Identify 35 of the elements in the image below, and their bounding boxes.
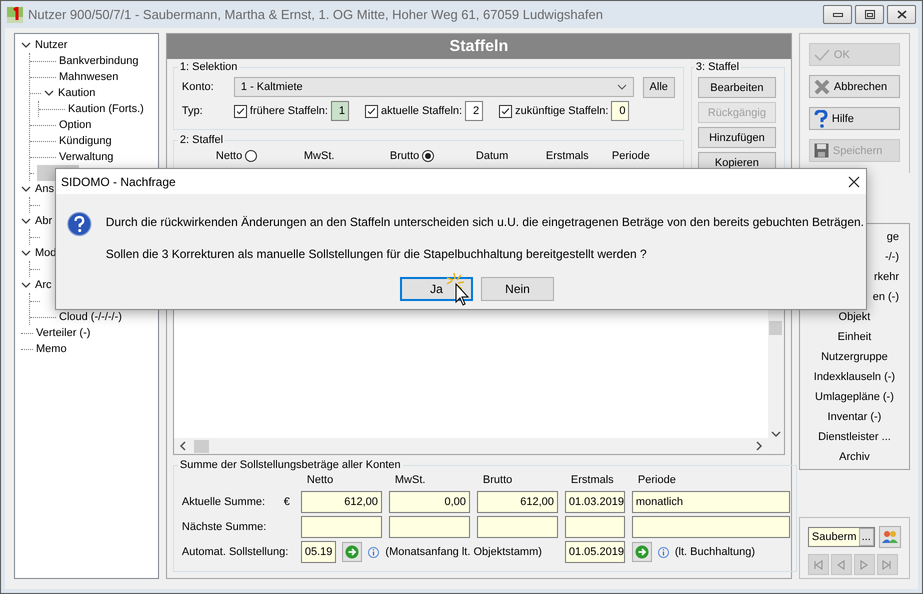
panel-title: Staffeln — [166, 34, 791, 59]
group-title: 3: Staffel — [694, 61, 740, 73]
checkbox-label: aktuelle Staffeln: — [380, 105, 462, 117]
count-field: 2 — [465, 101, 484, 121]
column-header: Netto — [216, 150, 242, 162]
window-title: Nutzer 900/50/7/1 - Saubermann, Martha & Ernst, 1. OG Mitte, Hoher Weg 61, 67059 Ludwigshafen — [28, 7, 604, 22]
column-header: Erstmals — [570, 474, 614, 486]
group-title: 1: Selektion — [178, 61, 238, 73]
column-header: Netto — [306, 474, 334, 486]
dialog-message: Durch die rückwirkenden Änderungen an den Staffeln unterscheiden sich u.U. die eingetragenen Beträge von den bereits gebuchten Beträgen. — [106, 215, 864, 229]
note-text: (lt. Buchhaltung) — [674, 546, 755, 558]
column-header: Brutto — [482, 474, 512, 486]
count-field: 0 — [611, 101, 630, 121]
record-value: Sauberm — [812, 531, 857, 543]
field-label: Typ: — [182, 105, 204, 117]
column-header: Datum — [476, 150, 508, 162]
field-label: Konto: — [182, 81, 215, 93]
column-header: Periode — [612, 150, 650, 162]
group-title: Summe der Sollstellungsbeträge aller Konten — [178, 459, 402, 471]
dialog-title: SIDOMO - Nachfrage — [61, 174, 176, 188]
checkbox-label: zukünftige Staffeln: — [515, 105, 608, 117]
column-header: Periode — [638, 474, 676, 486]
column-header: MwSt. — [304, 150, 334, 162]
dialog-message: Sollen die 3 Korrekturen als manuelle Sollstellungen für die Stapelbuchhaltung bereitgestellt werden ? — [106, 247, 648, 261]
checkbox-label: frühere Staffeln: — [250, 105, 328, 117]
row-label: Automat. Sollstellung: — [182, 546, 288, 558]
group-title: 2: Staffel — [178, 134, 224, 146]
currency-label: € — [284, 496, 290, 508]
row-label: Aktuelle Summe: — [182, 496, 266, 508]
column-header: MwSt. — [394, 474, 426, 486]
note-text: (Monatsanfang lt. Objektstamm) — [385, 546, 542, 558]
count-field: 1 — [330, 101, 349, 121]
row-label: Nächste Summe: — [182, 521, 266, 533]
column-header: Brutto — [390, 150, 420, 162]
column-header: Erstmals — [546, 150, 589, 162]
